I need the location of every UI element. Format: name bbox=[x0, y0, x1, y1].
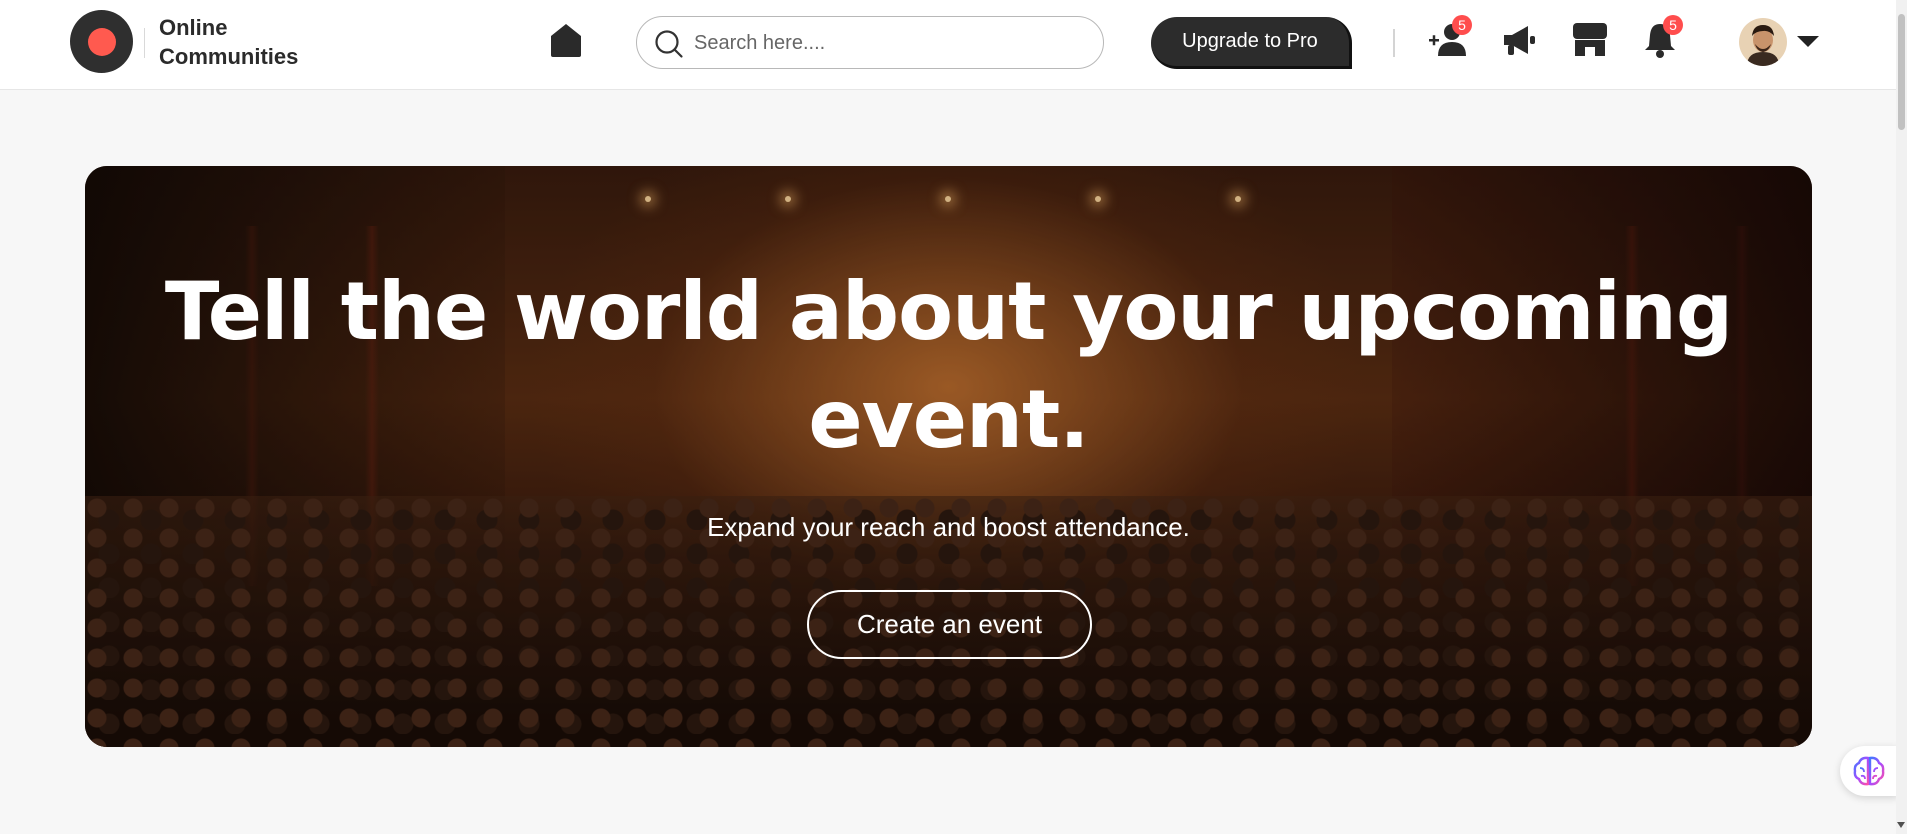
store-icon[interactable] bbox=[1568, 18, 1612, 62]
brain-icon bbox=[1853, 756, 1885, 786]
search-icon[interactable] bbox=[654, 29, 684, 59]
hero-banner: Tell the world about your upcoming event… bbox=[85, 166, 1812, 747]
logo-divider bbox=[144, 28, 145, 58]
page-scrollbar[interactable] bbox=[1896, 0, 1907, 834]
hero-subtitle: Expand your reach and boost attendance. bbox=[707, 512, 1190, 542]
chevron-down-icon[interactable] bbox=[1797, 36, 1819, 47]
search-bar bbox=[636, 16, 1104, 69]
notifications-badge: 5 bbox=[1663, 15, 1683, 35]
top-navbar: Online Communities Upgrade to Pro 5 5 bbox=[0, 0, 1896, 90]
create-event-button[interactable]: Create an event bbox=[807, 590, 1092, 659]
logo-dot bbox=[88, 28, 116, 56]
hero-title: Tell the world about your upcoming event… bbox=[164, 265, 1733, 466]
brand-line-1: Online bbox=[159, 15, 228, 40]
friend-requests-badge: 5 bbox=[1452, 15, 1472, 35]
brand-line-2: Communities bbox=[159, 44, 299, 69]
search-input[interactable] bbox=[694, 27, 1084, 59]
scroll-down-arrow[interactable] bbox=[1897, 822, 1905, 828]
nav-divider bbox=[1393, 29, 1395, 57]
ai-assistant-button[interactable] bbox=[1840, 746, 1898, 796]
avatar[interactable] bbox=[1739, 18, 1787, 66]
brand-name[interactable]: Online Communities bbox=[159, 13, 298, 71]
home-icon[interactable] bbox=[546, 20, 586, 58]
scrollbar-thumb[interactable] bbox=[1898, 14, 1905, 130]
upgrade-to-pro-button[interactable]: Upgrade to Pro bbox=[1151, 17, 1352, 69]
megaphone-icon[interactable] bbox=[1498, 18, 1542, 62]
logo-icon[interactable] bbox=[70, 10, 133, 73]
